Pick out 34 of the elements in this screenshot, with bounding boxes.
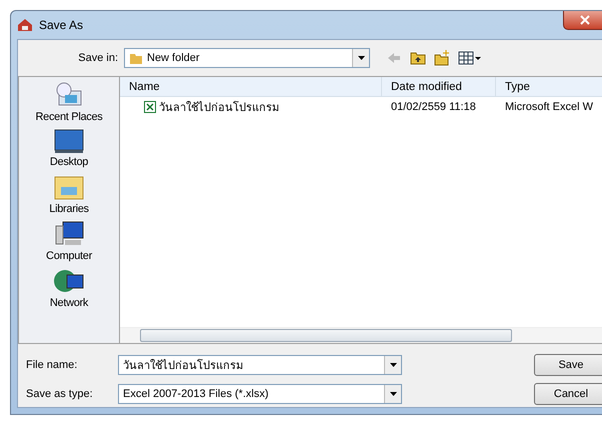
table-cell-text: 01/02/2559 11:18 <box>390 100 477 112</box>
sidebar-item[interactable]: Network <box>50 297 88 309</box>
save-in-label: Save in: <box>77 52 119 64</box>
column-header[interactable]: Date modified <box>382 77 496 96</box>
view-menu-icon[interactable] <box>458 50 482 66</box>
file-name-label: File name: <box>25 359 78 371</box>
horizontal-scrollbar[interactable] <box>120 327 602 343</box>
caret-icon <box>390 363 396 367</box>
globe-icon <box>53 267 85 295</box>
sidebar-item[interactable]: Recent Places <box>35 111 103 123</box>
caret-icon <box>358 56 364 60</box>
save-as-type-label: Save as type: <box>25 388 94 400</box>
window-title: Save As <box>39 18 84 32</box>
caret-icon <box>390 392 396 396</box>
save-button[interactable]: Save <box>534 354 602 376</box>
sidebar-item[interactable]: Libraries <box>49 203 89 215</box>
column-header[interactable]: Name <box>120 77 382 96</box>
up-folder-icon[interactable] <box>410 50 426 66</box>
table-cell-text: Microsoft Excel W <box>504 100 594 112</box>
save-in-dropdown[interactable]: New folder <box>124 48 370 68</box>
save-as-type-dropdown[interactable]: Excel 2007-2013 Files (*.xlsx) <box>118 384 402 404</box>
close-icon <box>580 15 590 25</box>
desktop-icon <box>52 128 85 154</box>
sidebar-item[interactable]: Desktop <box>50 156 88 168</box>
file-name-field[interactable]: วันลาใช้ไปก่อนโปรแกรม <box>118 355 402 375</box>
spreadsheet-icon <box>144 100 156 112</box>
cancel-button[interactable]: Cancel <box>534 383 602 405</box>
new-folder-icon[interactable] <box>434 50 450 66</box>
file-name[interactable]: วันลาใช้ไปก่อนโปรแกรม <box>159 98 279 116</box>
sidebar-item[interactable]: Computer <box>46 250 92 262</box>
close-button[interactable] <box>563 11 602 30</box>
computer-icon <box>53 220 85 248</box>
column-header[interactable]: Type <box>496 77 602 96</box>
folder-icon <box>129 51 143 65</box>
